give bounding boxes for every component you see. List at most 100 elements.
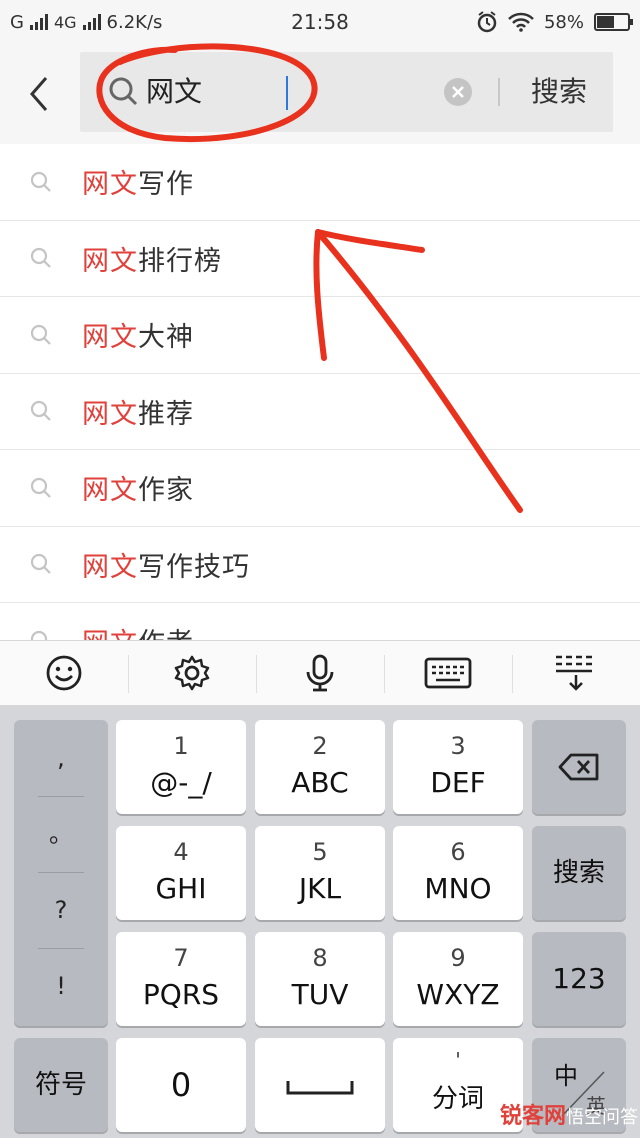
key-letters: ABC — [291, 766, 349, 799]
punct-exclaim-key[interactable]: ! — [14, 948, 108, 1024]
key-1[interactable]: 1 @-_/ — [116, 720, 246, 814]
key-letters: WXYZ — [416, 978, 500, 1011]
hide-keyboard-button[interactable] — [512, 641, 640, 705]
suggestion-highlight: 网文 — [82, 398, 138, 430]
suggestion-rest: 作家 — [138, 475, 194, 507]
suggestion-highlight: 网文 — [82, 475, 138, 507]
signal-icon — [29, 14, 48, 30]
suggestion-highlight: 网文 — [82, 322, 138, 354]
key-9[interactable]: 9 WXYZ — [393, 932, 523, 1026]
key-5[interactable]: 5 JKL — [255, 826, 385, 920]
status-bar: G 4G 6.2K/s 21:58 58% — [0, 0, 640, 44]
punctuation-column[interactable]: , 。 ? ! — [14, 720, 108, 1026]
search-box[interactable]: 搜索 — [80, 52, 613, 132]
suggestion-text: 网文写作技巧 — [82, 545, 250, 584]
watermark-sub: 悟空问答 — [566, 1107, 639, 1128]
key-number: 3 — [450, 732, 466, 760]
suggestion-item[interactable]: 网文推荐 — [0, 374, 640, 450]
keyboard-toolbar — [0, 640, 640, 706]
suggestion-highlight: 网文 — [82, 245, 138, 277]
key-letters: @-_/ — [150, 766, 212, 799]
key-number: 5 — [312, 838, 328, 866]
suggestion-rest: 大神 — [138, 322, 194, 354]
suggestion-highlight: 网文 — [82, 628, 138, 640]
key-letters: DEF — [430, 766, 486, 799]
watermark: 锐客网悟空问答 — [500, 1098, 638, 1130]
key-number: 6 — [450, 838, 466, 866]
numeric-mode-key[interactable]: 123 — [532, 932, 626, 1026]
suggestion-highlight: 网文 — [82, 169, 138, 201]
search-icon — [30, 477, 51, 498]
key-0[interactable]: 0 — [116, 1038, 246, 1132]
key-letters: GHI — [155, 872, 207, 905]
key-6[interactable]: 6 MNO — [393, 826, 523, 920]
apostrophe-label: ' — [455, 1048, 461, 1072]
suggestion-item[interactable]: 网文排行榜 — [0, 221, 640, 297]
symbol-key[interactable]: 符号 — [14, 1038, 108, 1132]
search-key[interactable]: 搜索 — [532, 826, 626, 920]
suggestion-item[interactable]: 网文大神 — [0, 297, 640, 374]
keyboard-switch-button[interactable] — [384, 641, 512, 705]
suggestion-item[interactable]: 网文作家 — [0, 450, 640, 527]
key-letters: PQRS — [142, 978, 220, 1011]
search-icon — [30, 630, 48, 640]
key-number: 8 — [312, 944, 328, 972]
close-icon — [452, 86, 464, 98]
suggestion-highlight: 网文 — [82, 551, 138, 583]
settings-button[interactable] — [128, 641, 256, 705]
key-7[interactable]: 7 PQRS — [116, 932, 246, 1026]
suggestion-rest: 作者 — [138, 628, 194, 640]
suggestion-rest: 写作技巧 — [138, 551, 250, 583]
suggestion-rest: 推荐 — [138, 398, 194, 430]
key-letters: JKL — [298, 872, 342, 905]
keyboard-icon — [424, 657, 472, 689]
search-key-label: 搜索 — [552, 858, 605, 888]
suggestion-text: 网文作家 — [82, 468, 194, 507]
t9-keyboard: , 。 ? ! 1 @-_/ 2 ABC 3 DEF 4 GHI 5 JKL 6… — [0, 706, 640, 1138]
search-button[interactable]: 搜索 — [520, 70, 598, 114]
key-letters: MNO — [424, 872, 492, 905]
collapse-keyboard-icon — [556, 655, 592, 691]
back-button[interactable] — [22, 74, 56, 114]
search-header: 搜索 — [0, 44, 640, 144]
search-icon — [30, 171, 51, 192]
space-key[interactable] — [255, 1038, 385, 1132]
carrier-label: G — [10, 11, 24, 33]
punct-question-key[interactable]: ? — [14, 872, 108, 948]
suggestion-text: 网文推荐 — [82, 392, 194, 431]
backspace-key[interactable] — [532, 720, 626, 814]
key-number: 1 — [173, 732, 189, 760]
watermark-brand: 锐客网 — [500, 1104, 567, 1129]
key-8[interactable]: 8 TUV — [255, 932, 385, 1026]
numeric-key-label: 123 — [552, 962, 606, 995]
key-2[interactable]: 2 ABC — [255, 720, 385, 814]
suggestion-list: 网文写作网文排行榜网文大神网文推荐网文作家网文写作技巧网文作者 — [0, 144, 640, 640]
chevron-left-icon — [30, 77, 48, 111]
key-number: 7 — [173, 944, 189, 972]
key-3[interactable]: 3 DEF — [393, 720, 523, 814]
suggestion-text: 网文写作 — [82, 162, 194, 201]
punct-comma-key[interactable]: , — [14, 720, 108, 796]
key-4[interactable]: 4 GHI — [116, 826, 246, 920]
smiley-icon — [46, 655, 82, 691]
suggestion-item[interactable]: 网文写作技巧 — [0, 527, 640, 603]
suggestion-item[interactable]: 网文作者 — [0, 603, 640, 640]
suggestion-rest: 排行榜 — [138, 245, 222, 277]
signal-icon-2 — [82, 14, 101, 30]
suggestion-text: 网文作者 — [82, 621, 194, 640]
search-icon — [30, 401, 51, 422]
search-icon — [30, 324, 51, 345]
punct-period-key[interactable]: 。 — [14, 796, 108, 872]
emoji-button[interactable] — [0, 641, 128, 705]
backspace-icon — [558, 753, 599, 781]
search-icon — [109, 77, 138, 106]
battery-icon — [594, 13, 633, 31]
alarm-icon — [477, 11, 497, 33]
symbol-key-label: 符号 — [34, 1070, 87, 1100]
clear-button[interactable] — [444, 78, 472, 106]
suggestion-item[interactable]: 网文写作 — [0, 144, 640, 221]
suggestion-text: 网文排行榜 — [82, 239, 222, 278]
key-letters: TUV — [291, 978, 349, 1011]
voice-input-button[interactable] — [256, 641, 384, 705]
divider — [498, 78, 500, 106]
